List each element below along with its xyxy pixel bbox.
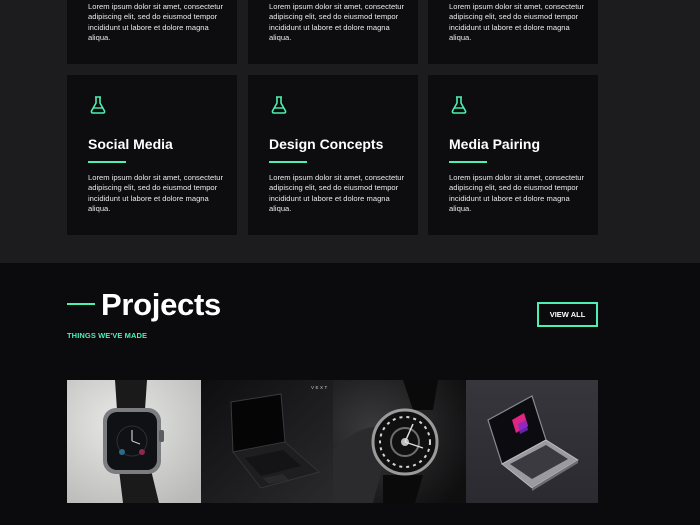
projects-header: Projects THINGS WE'VE MADE VIEW ALL bbox=[0, 263, 700, 380]
projects-subtitle: THINGS WE'VE MADE bbox=[67, 331, 148, 340]
service-card: Lorem ipsum dolor sit amet, consectetur … bbox=[67, 0, 237, 64]
service-card: Lorem ipsum dolor sit amet, consectetur … bbox=[428, 0, 598, 64]
project-tile-laptop[interactable]: VEXT bbox=[201, 380, 333, 503]
laptop-image bbox=[466, 380, 598, 503]
services-section: Lorem ipsum dolor sit amet, consectetur … bbox=[0, 0, 700, 263]
title-underline bbox=[449, 161, 487, 163]
service-card-media-pairing: Media Pairing Lorem ipsum dolor sit amet… bbox=[428, 75, 598, 235]
laptop-image bbox=[201, 380, 333, 503]
projects-title: Projects bbox=[101, 287, 221, 322]
service-title: Design Concepts bbox=[269, 136, 384, 152]
project-tile-smartwatch[interactable] bbox=[67, 380, 201, 503]
service-description: Lorem ipsum dolor sit amet, consectetur … bbox=[449, 173, 585, 213]
project-tile-wristwatch[interactable] bbox=[333, 380, 466, 503]
flask-icon bbox=[451, 96, 467, 114]
smartwatch-image bbox=[67, 380, 201, 503]
service-title: Media Pairing bbox=[449, 136, 541, 152]
wristwatch-image bbox=[333, 380, 466, 503]
projects-gallery: VEXT bbox=[67, 380, 598, 503]
service-description: Lorem ipsum dolor sit amet, consectetur … bbox=[88, 173, 224, 213]
title-accent-rule bbox=[67, 303, 95, 305]
title-underline bbox=[269, 161, 307, 163]
service-description: Lorem ipsum dolor sit amet, consectetur … bbox=[269, 2, 405, 42]
service-description: Lorem ipsum dolor sit amet, consectetur … bbox=[269, 173, 405, 213]
flask-icon bbox=[271, 96, 287, 114]
title-underline bbox=[88, 161, 126, 163]
brand-text: VEXT bbox=[311, 385, 329, 390]
view-all-button[interactable]: VIEW ALL bbox=[537, 302, 598, 327]
project-tile-laptop-2[interactable] bbox=[466, 380, 598, 503]
flask-icon bbox=[90, 96, 106, 114]
service-description: Lorem ipsum dolor sit amet, consectetur … bbox=[88, 2, 224, 42]
service-description: Lorem ipsum dolor sit amet, consectetur … bbox=[449, 2, 585, 42]
service-card-social-media: Social Media Lorem ipsum dolor sit amet,… bbox=[67, 75, 237, 235]
service-title: Social Media bbox=[88, 136, 173, 152]
service-card: Lorem ipsum dolor sit amet, consectetur … bbox=[248, 0, 418, 64]
service-card-design-concepts: Design Concepts Lorem ipsum dolor sit am… bbox=[248, 75, 418, 235]
